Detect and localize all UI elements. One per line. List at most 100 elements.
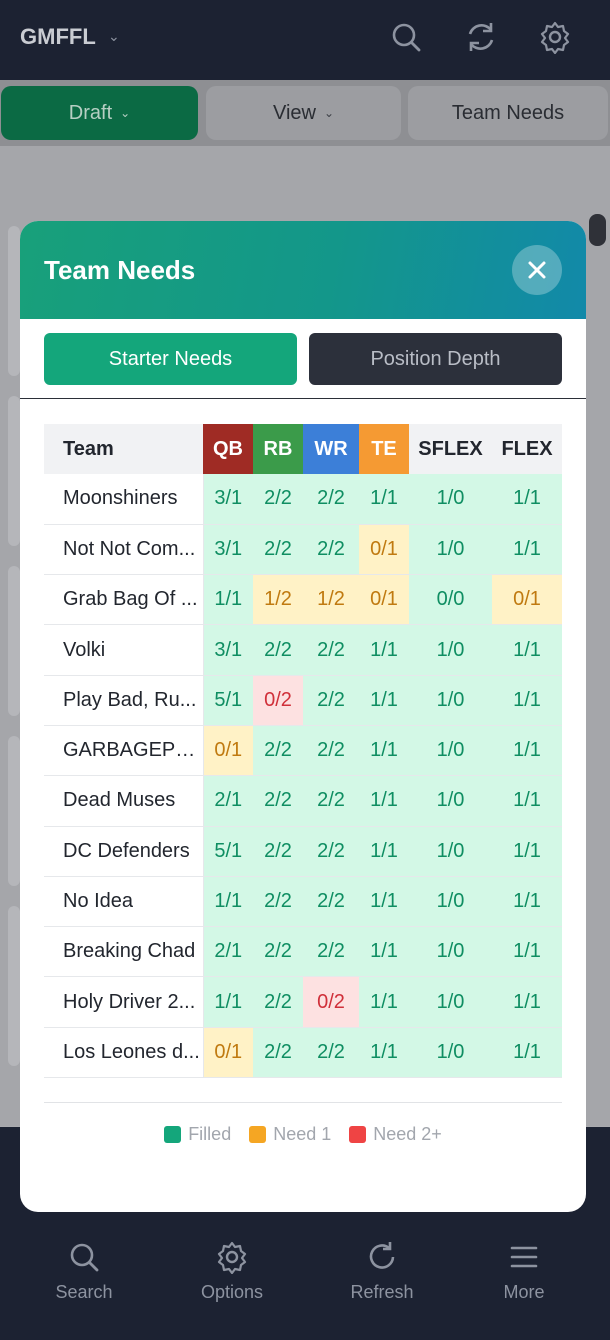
column-header-sflex: SFLEX — [409, 424, 492, 474]
rb-cell: 2/2 — [253, 976, 303, 1028]
rb-cell: 2/2 — [253, 775, 303, 827]
sflex-cell: 1/0 — [409, 675, 492, 726]
team-name-cell: No Idea — [44, 876, 204, 928]
table-row[interactable]: Play Bad, Ru... 5/1 0/2 2/2 1/1 1/0 1/1 — [44, 675, 562, 726]
legend-need-1: Need 1 — [249, 1124, 331, 1145]
legend-swatch — [249, 1126, 267, 1143]
menu-icon — [510, 1246, 538, 1268]
nav-search[interactable]: Search — [24, 1240, 144, 1303]
tab-starter-needs[interactable]: Starter Needs — [44, 333, 297, 385]
table-row[interactable]: Volki 3/1 2/2 2/2 1/1 1/0 1/1 — [44, 624, 562, 676]
nav-refresh[interactable]: Refresh — [322, 1240, 442, 1303]
nav-more-label: More — [503, 1282, 545, 1302]
team-needs-label: Team Needs — [451, 101, 565, 124]
qb-cell: 1/1 — [203, 574, 253, 626]
legend-swatch — [349, 1126, 367, 1143]
legend-label: Filled — [188, 1124, 232, 1144]
table-row[interactable]: GARBAGEPL... 0/1 2/2 2/2 1/1 1/0 1/1 — [44, 725, 562, 777]
te-cell: 1/1 — [359, 876, 409, 928]
table-row[interactable]: No Idea 1/1 2/2 2/2 1/1 1/0 1/1 — [44, 876, 562, 928]
te-cell: 1/1 — [359, 474, 409, 525]
te-cell: 1/1 — [359, 976, 409, 1028]
column-header-te: TE — [359, 424, 409, 474]
qb-cell: 1/1 — [203, 976, 253, 1028]
close-icon — [528, 261, 546, 279]
column-header-rb: RB — [253, 424, 303, 474]
legend-swatch — [164, 1126, 182, 1143]
flex-cell: 1/1 — [492, 524, 562, 576]
table-row[interactable]: DC Defenders 5/1 2/2 2/2 1/1 1/0 1/1 — [44, 826, 562, 877]
table-row[interactable]: Dead Muses 2/1 2/2 2/2 1/1 1/0 1/1 — [44, 775, 562, 827]
te-cell: 1/1 — [359, 1027, 409, 1079]
rb-cell: 2/2 — [253, 1027, 303, 1079]
flex-cell: 1/1 — [492, 474, 562, 525]
table-row[interactable]: Not Not Com... 3/1 2/2 2/2 0/1 1/0 1/1 — [44, 524, 562, 576]
background-card — [8, 736, 20, 886]
legend-filled: Filled — [164, 1124, 231, 1145]
nav-more[interactable]: More — [464, 1240, 584, 1303]
flex-cell: 1/1 — [492, 624, 562, 676]
legend-label: Need 1 — [273, 1124, 332, 1144]
table-row[interactable]: Breaking Chad 2/1 2/2 2/2 1/1 1/0 1/1 — [44, 926, 562, 978]
rb-cell: 2/2 — [253, 624, 303, 676]
flex-cell: 1/1 — [492, 725, 562, 777]
sflex-cell: 1/0 — [409, 826, 492, 877]
nav-refresh-label: Refresh — [350, 1282, 414, 1302]
chevron-down-icon: ⌄ — [120, 106, 131, 120]
gear-icon[interactable] — [538, 20, 570, 55]
league-title[interactable]: GMFFL — [20, 24, 96, 50]
wr-cell: 2/2 — [303, 876, 359, 928]
qb-cell: 3/1 — [203, 624, 253, 676]
background-card — [8, 226, 20, 376]
table-row[interactable]: Holy Driver 2... 1/1 2/2 0/2 1/1 1/0 1/1 — [44, 976, 562, 1028]
draft-dropdown[interactable]: Draft ⌄ — [1, 86, 198, 140]
team-needs-button[interactable]: Team Needs — [408, 86, 608, 140]
search-icon — [70, 1243, 99, 1272]
team-name-cell: Los Leones d... — [44, 1027, 204, 1079]
wr-cell: 2/2 — [303, 675, 359, 726]
flex-cell: 1/1 — [492, 976, 562, 1028]
nav-options[interactable]: Options — [172, 1240, 292, 1303]
team-name-cell: Volki — [44, 624, 204, 676]
sflex-cell: 1/0 — [409, 624, 492, 676]
tab-position-depth[interactable]: Position Depth — [309, 333, 562, 385]
background-card — [8, 566, 20, 716]
refresh-icon[interactable] — [464, 20, 496, 54]
search-icon[interactable] — [390, 20, 422, 54]
table-row[interactable]: Los Leones d... 0/1 2/2 2/2 1/1 1/0 1/1 — [44, 1027, 562, 1079]
rb-cell: 2/2 — [253, 926, 303, 978]
wr-cell: 2/2 — [303, 1027, 359, 1079]
modal-title: Team Needs — [44, 255, 196, 285]
te-cell: 1/1 — [359, 725, 409, 777]
qb-cell: 5/1 — [203, 675, 253, 726]
legend-label: Need 2+ — [373, 1124, 442, 1144]
flex-cell: 1/1 — [492, 1027, 562, 1079]
flex-cell: 1/1 — [492, 826, 562, 877]
wr-cell: 1/2 — [303, 574, 359, 626]
top-bar: GMFFL ⌄ — [0, 0, 610, 80]
team-name-cell: GARBAGEPL... — [44, 725, 204, 777]
toolbar: Draft ⌄ View ⌄ Team Needs — [0, 80, 610, 146]
wr-cell: 2/2 — [303, 524, 359, 576]
wr-cell: 2/2 — [303, 926, 359, 978]
team-needs-table: Team QB RB WR TE SFLEX FLEX Moonshiners 3… — [44, 424, 562, 1079]
qb-cell: 3/1 — [203, 524, 253, 576]
gear-icon — [217, 1241, 247, 1274]
scrollbar-thumb[interactable] — [589, 214, 606, 246]
draft-label: Draft — [68, 101, 113, 124]
sflex-cell: 1/0 — [409, 976, 492, 1028]
chevron-down-icon[interactable]: ⌄ — [108, 28, 120, 45]
flex-cell: 1/1 — [492, 876, 562, 928]
te-cell: 1/1 — [359, 826, 409, 877]
table-row[interactable]: Moonshiners 3/1 2/2 2/2 1/1 1/0 1/1 — [44, 474, 562, 525]
view-label: View — [272, 101, 316, 124]
team-name-cell: Breaking Chad — [44, 926, 204, 978]
team-needs-modal: Team Needs Starter Needs Position Depth … — [20, 221, 586, 1212]
close-button[interactable] — [512, 245, 562, 295]
column-header-flex: FLEX — [492, 424, 562, 474]
table-row[interactable]: Grab Bag Of ... 1/1 1/2 1/2 0/1 0/0 0/1 — [44, 574, 562, 626]
view-dropdown[interactable]: View ⌄ — [206, 86, 401, 140]
rb-cell: 2/2 — [253, 876, 303, 928]
wr-cell: 2/2 — [303, 624, 359, 676]
rb-cell: 1/2 — [253, 574, 303, 626]
